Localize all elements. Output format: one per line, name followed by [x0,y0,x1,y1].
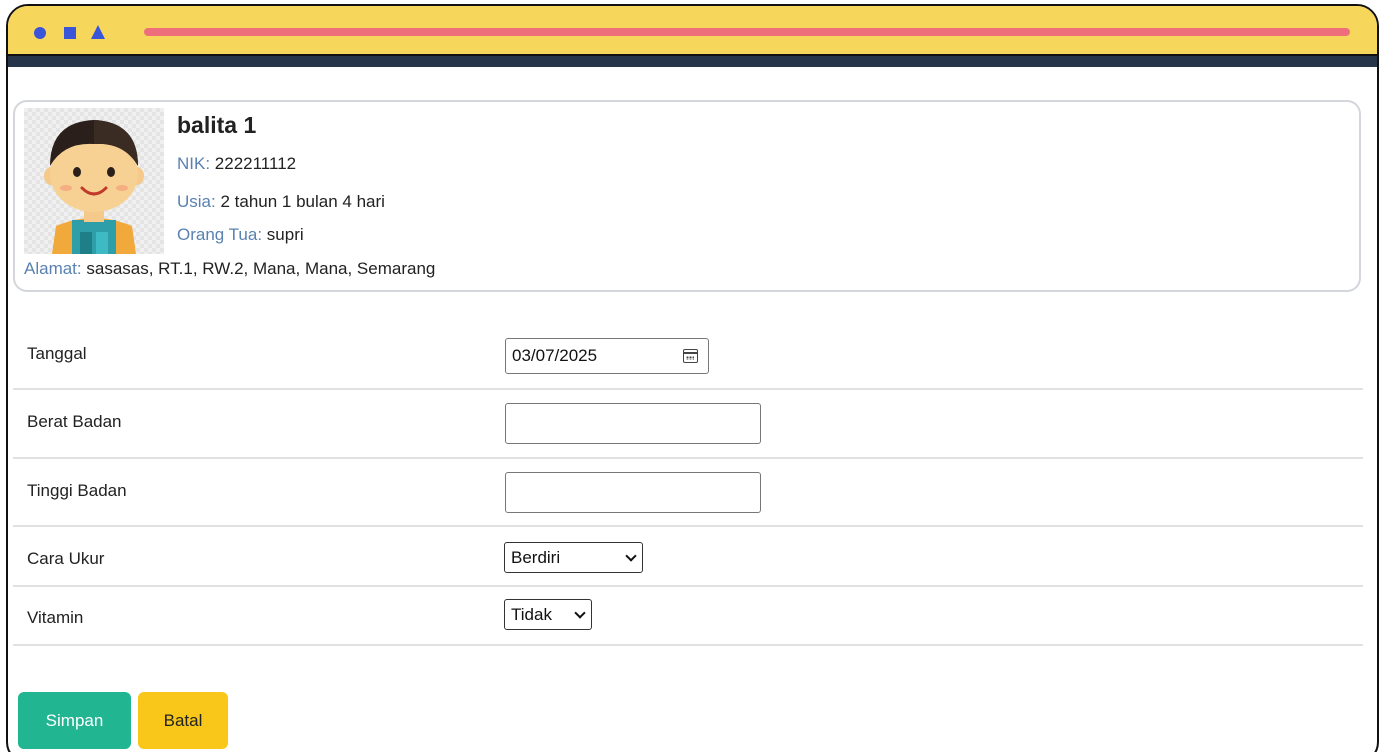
date-label: Tanggal [27,344,87,363]
age-value: 2 tahun 1 bulan 4 hari [220,192,385,211]
method-label: Cara Ukur [27,549,105,568]
method-select[interactable]: Berdiri [504,542,643,573]
height-label: Tinggi Badan [27,481,127,500]
cancel-button[interactable]: Batal [138,692,228,749]
vitamin-select[interactable]: Tidak [504,599,592,630]
child-name: balita 1 [177,112,257,138]
child-profile-card: balita 1 NIK: 222211112 Usia: 2 tahun 1 … [13,100,1361,292]
date-value: 03/07/2025 [512,346,598,365]
circle-icon [34,27,46,39]
square-icon [64,27,76,39]
form-row-weight: Berat Badan [13,390,1363,459]
age-line: Usia: 2 tahun 1 bulan 4 hari [177,192,385,212]
form-row-vitamin: Vitamin Tidak [13,587,1363,646]
parent-line: Orang Tua: supri [177,225,304,245]
boy-avatar-icon [24,108,164,254]
height-input[interactable] [505,472,761,513]
address-value: sasasas, RT.1, RW.2, Mana, Mana, Semaran… [86,259,436,278]
address-line: Alamat: sasasas, RT.1, RW.2, Mana, Mana,… [24,259,435,279]
calendar-icon[interactable] [683,349,698,363]
nik-label: NIK: [177,154,211,173]
age-label: Usia: [177,192,216,211]
vitamin-label: Vitamin [27,608,84,627]
chevron-down-icon [625,550,637,562]
triangle-icon [91,25,105,39]
header-strip [8,56,1377,67]
form-row-height: Tinggi Badan [13,459,1363,527]
window-title-bar [8,6,1377,56]
form-row-date: Tanggal 03/07/2025 [13,320,1363,390]
method-value: Berdiri [511,548,561,567]
nik-line: NIK: 222211112 [177,154,296,174]
weight-label: Berat Badan [27,412,122,431]
date-input[interactable]: 03/07/2025 [505,338,709,374]
parent-value: supri [266,225,304,244]
decorative-bar [144,28,1350,36]
form-row-method: Cara Ukur Berdiri [13,527,1363,587]
vitamin-value: Tidak [511,605,552,624]
nik-value: 222211112 [214,154,297,173]
address-label: Alamat: [24,259,82,278]
parent-label: Orang Tua: [177,225,263,244]
chevron-down-icon [574,607,586,619]
save-button[interactable]: Simpan [18,692,131,749]
weight-input[interactable] [505,403,761,444]
